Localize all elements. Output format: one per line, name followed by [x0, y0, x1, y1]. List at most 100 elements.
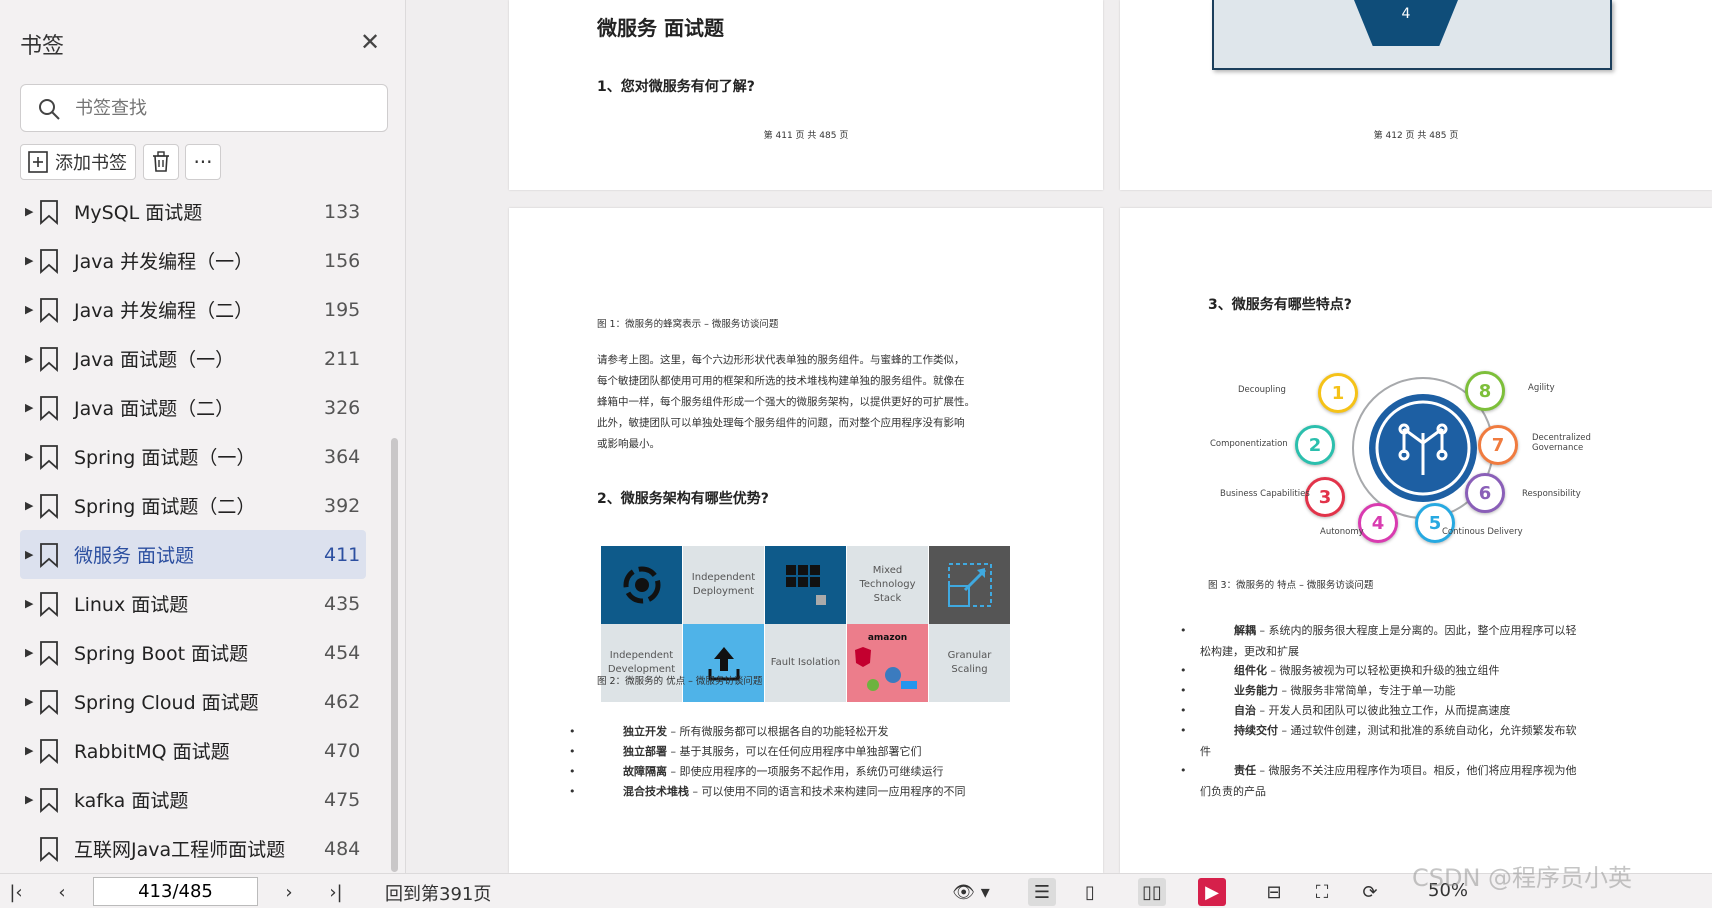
bookmark-page: 462: [324, 690, 361, 713]
rotate-icon[interactable]: ⟳: [1356, 878, 1384, 906]
upload-tile: [683, 624, 764, 702]
bullet-text: – 通过软件创建，测试和批准的系统自动化，允许频繁发布软: [1278, 724, 1577, 737]
feature-number: 1: [1318, 373, 1358, 413]
two-page-icon[interactable]: ▯▯: [1138, 878, 1166, 906]
bookmark-icon: [40, 248, 58, 274]
feature-number: 2: [1295, 425, 1335, 465]
single-page-icon[interactable]: ▯: [1076, 878, 1104, 906]
bookmark-search[interactable]: [20, 84, 388, 132]
bookmark-item[interactable]: ▶ MySQL 面试题 133: [0, 187, 390, 236]
continuous-view-icon[interactable]: ☰: [1028, 878, 1056, 906]
last-page-icon[interactable]: ›|: [322, 878, 350, 906]
more-options-button[interactable]: ···: [185, 144, 221, 180]
bookmark-page: 411: [324, 543, 361, 566]
bullet-item: • 解耦 – 系统内的服务很大程度上是分离的。因此，整个应用程序可以轻 松构建，更改…: [1180, 620, 1660, 662]
bookmark-label: Spring 面试题（一）: [74, 447, 256, 469]
page-413: 图 1：微服务的蜂窝表示 – 微服务访谈问题 请参考上图。这里，每个六边形形状代…: [509, 208, 1103, 873]
next-page-icon[interactable]: ›: [275, 878, 303, 906]
bookmark-label: Java 并发编程（二）: [74, 300, 254, 322]
bullet-dot: •: [569, 745, 576, 758]
expand-arrow-icon[interactable]: ▶: [25, 597, 33, 610]
bullet-dot: •: [1180, 664, 1187, 677]
bullet-text: – 即使应用程序的一项服务不起作用，系统仍可继续运行: [667, 765, 944, 778]
expand-arrow-icon[interactable]: ▶: [25, 695, 33, 708]
paragraph: 请参考上图。这里，每个六边形形状代表单独的服务组件。与蜜蜂的工作类似， 每个敏捷团…: [597, 350, 975, 455]
watermark: CSDN @程序员小英: [1412, 864, 1633, 892]
first-page-icon[interactable]: |‹: [2, 878, 30, 906]
sidebar-scrollbar[interactable]: [391, 438, 398, 872]
paragraph-line: 此外，敏捷团队可以单独处理每个服务组件的问题，而对整个应用程序没有影响: [597, 417, 965, 429]
delete-bookmark-button[interactable]: [143, 144, 179, 180]
bookmark-item[interactable]: ▶ RabbitMQ 面试题 470: [0, 726, 390, 775]
prev-page-icon[interactable]: ‹: [48, 878, 76, 906]
bookmark-page: 364: [324, 445, 361, 468]
expand-arrow-icon[interactable]: ▶: [25, 744, 33, 757]
page-411: 微服务 面试题 1、您对微服务有何了解? 第 411 页 共 485 页: [509, 0, 1103, 190]
bullet-item: • 组件化 – 微服务被视为可以轻松更换和升级的独立组件: [1180, 660, 1660, 681]
bookmark-icon: [40, 493, 58, 519]
expand-arrow-icon[interactable]: ▶: [25, 499, 33, 512]
bookmark-search-input[interactable]: [75, 93, 375, 123]
bookmark-icon: [40, 199, 58, 225]
honeycomb-figure: 4: [1212, 0, 1612, 70]
bookmark-item[interactable]: ▶ Linux 面试题 435: [0, 579, 390, 628]
bookmark-icon: [40, 542, 58, 568]
tech-logos-tile: amazon: [847, 624, 928, 702]
bookmark-item[interactable]: ▶ Java 并发编程（一） 156: [0, 236, 390, 285]
chapter-title: 微服务 面试题: [597, 16, 724, 40]
expand-arrow-icon[interactable]: ▶: [25, 303, 33, 316]
expand-arrow-icon[interactable]: ▶: [25, 352, 33, 365]
bookmark-item[interactable]: ▶ Spring Cloud 面试题 462: [0, 677, 390, 726]
bookmark-item[interactable]: ▶ Spring 面试题（二） 392: [0, 481, 390, 530]
bullet-dot: •: [1180, 684, 1187, 697]
expand-arrow-icon[interactable]: ▶: [25, 548, 33, 561]
view-eye-icon[interactable]: 👁 ▾: [946, 878, 996, 906]
grid-blocks-tile: [765, 546, 846, 624]
bullet-continuation: 件: [1200, 745, 1211, 758]
bullet-item: • 独立开发 – 所有微服务都可以根据各自的功能轻松开发: [569, 721, 1049, 742]
bookmark-item[interactable]: ▶ Spring Boot 面试题 454: [0, 628, 390, 677]
granular-scaling-tile: Granular Scaling: [929, 624, 1010, 702]
bookmark-icon: [40, 297, 58, 323]
paragraph-line: 蜂箱中一样，每个服务组件形成一个强大的微服务架构，以提供更好的可扩展性。: [597, 396, 975, 408]
bookmark-item[interactable]: 互联网Java工程师面试题 484: [0, 824, 390, 873]
feature-label: Decentralized Governance: [1532, 433, 1591, 453]
question-3: 3、微服务有哪些特点?: [1208, 297, 1352, 313]
expand-arrow-icon[interactable]: ▶: [25, 646, 33, 659]
fit-width-icon[interactable]: ⊟: [1260, 878, 1288, 906]
expand-arrow-icon[interactable]: ▶: [25, 205, 33, 218]
back-to-page-button[interactable]: 回到第391页: [385, 880, 491, 906]
page-number-input[interactable]: [93, 877, 258, 906]
bookmark-item[interactable]: ▶ Spring 面试题（一） 364: [0, 432, 390, 481]
expand-arrow-icon[interactable]: ▶: [25, 793, 33, 806]
bookmark-item[interactable]: ▶ Java 面试题（一） 211: [0, 334, 390, 383]
add-bookmark-button[interactable]: 添加书签: [20, 144, 136, 180]
close-icon[interactable]: ✕: [356, 28, 384, 56]
page-414: 3、微服务有哪些特点? 1 Decoupling 2 Componentization…: [1120, 208, 1712, 873]
expand-arrow-icon[interactable]: ▶: [25, 450, 33, 463]
bookmark-list: ▶ MySQL 面试题 133 ▶ Java 并发编程（一） 156 ▶ Java 并发编程（…: [0, 187, 390, 873]
bookmark-item[interactable]: ▶ 微服务 面试题 411: [20, 530, 366, 579]
bullet-item: • 自治 – 开发人员和团队可以彼此独立工作，从而提高速度: [1180, 700, 1660, 721]
expand-arrow-icon[interactable]: ▶: [25, 401, 33, 414]
tech-logos-icon: [854, 647, 917, 691]
bullet-text: – 微服务不关注应用程序作为项目。相反，他们将应用程序视为他: [1256, 764, 1577, 777]
bookmark-label: 微服务 面试题: [74, 545, 195, 567]
hexagon-number: 4: [1401, 6, 1411, 22]
play-icon[interactable]: ▶: [1198, 878, 1226, 906]
bullet-item: • 业务能力 – 微服务非常简单，专注于单一功能: [1180, 680, 1660, 701]
bullet-term: 自治: [1234, 704, 1256, 717]
bullet-term: 故障隔离: [623, 765, 667, 778]
bookmark-label: MySQL 面试题: [74, 202, 203, 224]
bookmark-item[interactable]: ▶ kafka 面试题 475: [0, 775, 390, 824]
expand-arrow-icon[interactable]: ▶: [25, 254, 33, 267]
fit-page-icon[interactable]: ⛶: [1308, 878, 1336, 906]
bookmark-page: 435: [324, 592, 361, 615]
bookmark-item[interactable]: ▶ Java 面试题（二） 326: [0, 383, 390, 432]
paragraph-line: 请参考上图。这里，每个六边形形状代表单独的服务组件。与蜜蜂的工作类似，: [597, 354, 965, 366]
bookmark-item[interactable]: ▶ Java 并发编程（二） 195: [0, 285, 390, 334]
bookmark-label: Java 面试题（一）: [74, 349, 235, 371]
independent-deployment-tile: Independent Deployment: [683, 546, 764, 624]
bookmark-label: Spring 面试题（二）: [74, 496, 256, 518]
bullet-continuation: 松构建，更改和扩展: [1200, 645, 1299, 658]
